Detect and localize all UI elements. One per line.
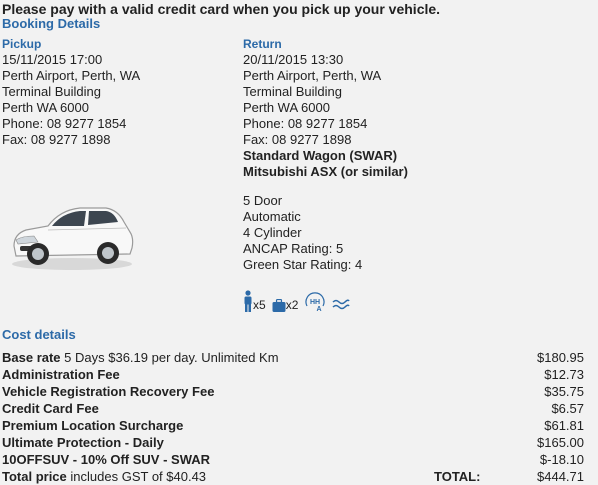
vehicle-features: x5 x2 HH A bbox=[243, 288, 351, 312]
return-datetime: 20/11/2015 13:30 bbox=[243, 52, 344, 67]
cost-row: Premium Location Surcharge $61.81 bbox=[2, 417, 584, 434]
suitcase-icon bbox=[272, 299, 286, 312]
spec-engine: 4 Cylinder bbox=[243, 225, 302, 240]
pickup-postcode: Perth WA 6000 bbox=[2, 100, 89, 115]
cost-row: 10OFFSUV - 10% Off SUV - SWAR $-18.10 bbox=[2, 451, 584, 468]
total-heading: TOTAL: bbox=[434, 469, 481, 484]
return-building: Terminal Building bbox=[243, 84, 342, 99]
return-phone: Phone: 08 9277 1854 bbox=[243, 116, 368, 131]
passengers-count: x5 bbox=[253, 298, 266, 312]
svg-text:A: A bbox=[317, 306, 322, 312]
cost-row-base-rate: Base rate 5 Days $36.19 per day. Unlimit… bbox=[2, 349, 584, 366]
base-rate-cell: Base rate 5 Days $36.19 per day. Unlimit… bbox=[2, 349, 279, 366]
gst-detail: includes GST of $40.43 bbox=[70, 469, 207, 484]
cost-label: Credit Card Fee bbox=[2, 401, 99, 416]
total-price-cell: Total price includes GST of $40.43 bbox=[2, 468, 206, 485]
pickup-phone: Phone: 08 9277 1854 bbox=[2, 116, 127, 131]
cost-row: Credit Card Fee $6.57 bbox=[2, 400, 584, 417]
base-rate-amount: $180.95 bbox=[537, 350, 584, 365]
cost-details-title: Cost details bbox=[2, 327, 76, 342]
luggage-feature: x2 bbox=[272, 298, 299, 312]
pickup-heading: Pickup bbox=[2, 37, 42, 51]
return-details: 20/11/2015 13:30 Perth Airport, Perth, W… bbox=[243, 52, 408, 180]
cost-row: Vehicle Registration Recovery Fee $35.75 bbox=[2, 383, 584, 400]
pickup-datetime: 15/11/2015 17:00 bbox=[2, 52, 103, 67]
cost-row-total: Total price includes GST of $40.43 TOTAL… bbox=[2, 468, 584, 485]
luggage-count: x2 bbox=[285, 298, 299, 312]
cost-label: Premium Location Surcharge bbox=[2, 418, 184, 433]
return-heading: Return bbox=[243, 37, 282, 51]
cost-table: Base rate 5 Days $36.19 per day. Unlimit… bbox=[2, 349, 584, 485]
air-conditioning-icon bbox=[332, 298, 351, 312]
vehicle-model: Mitsubishi ASX (or similar) bbox=[243, 164, 408, 179]
cost-amount: $-18.10 bbox=[539, 452, 584, 467]
spec-ancap: ANCAP Rating: 5 bbox=[243, 241, 344, 256]
total-price-label: Total price bbox=[2, 469, 67, 484]
cost-amount: $61.81 bbox=[544, 418, 584, 433]
cost-amount: $35.75 bbox=[544, 384, 584, 399]
cost-row: Administration Fee $12.73 bbox=[2, 366, 584, 383]
pickup-building: Terminal Building bbox=[2, 84, 101, 99]
spec-doors: 5 Door bbox=[243, 193, 283, 208]
svg-text:HH: HH bbox=[310, 299, 320, 306]
cost-row: Ultimate Protection - Daily $165.00 bbox=[2, 434, 584, 451]
spec-transmission: Automatic bbox=[243, 209, 301, 224]
cost-label: Ultimate Protection - Daily bbox=[2, 435, 164, 450]
payment-notice: Please pay with a valid credit card when… bbox=[2, 1, 441, 17]
cost-label: 10OFFSUV - 10% Off SUV - SWAR bbox=[2, 452, 211, 467]
vehicle-image bbox=[8, 196, 136, 272]
cost-amount: $6.57 bbox=[551, 401, 584, 416]
return-location: Perth Airport, Perth, WA bbox=[243, 68, 382, 83]
cost-label: Administration Fee bbox=[2, 367, 120, 382]
cost-amount: $165.00 bbox=[537, 435, 584, 450]
hill-hold-assist-icon: HH A bbox=[304, 290, 326, 312]
base-rate-label: Base rate bbox=[2, 350, 61, 365]
total-amount: $444.71 bbox=[537, 469, 584, 484]
passengers-feature: x5 bbox=[243, 290, 266, 312]
return-fax: Fax: 08 9277 1898 bbox=[243, 132, 352, 147]
pickup-details: 15/11/2015 17:00 Perth Airport, Perth, W… bbox=[2, 52, 140, 148]
pickup-fax: Fax: 08 9277 1898 bbox=[2, 132, 111, 147]
spec-green-star: Green Star Rating: 4 bbox=[243, 257, 363, 272]
base-rate-detail: 5 Days $36.19 per day. Unlimited Km bbox=[64, 350, 279, 365]
pickup-location: Perth Airport, Perth, WA bbox=[2, 68, 141, 83]
cost-label: Vehicle Registration Recovery Fee bbox=[2, 384, 215, 399]
person-icon bbox=[243, 290, 253, 312]
vehicle-specs: 5 Door Automatic 4 Cylinder ANCAP Rating… bbox=[243, 193, 362, 273]
vehicle-category: Standard Wagon (SWAR) bbox=[243, 148, 398, 163]
booking-details-title: Booking Details bbox=[2, 16, 101, 31]
return-postcode: Perth WA 6000 bbox=[243, 100, 330, 115]
cost-amount: $12.73 bbox=[544, 367, 584, 382]
